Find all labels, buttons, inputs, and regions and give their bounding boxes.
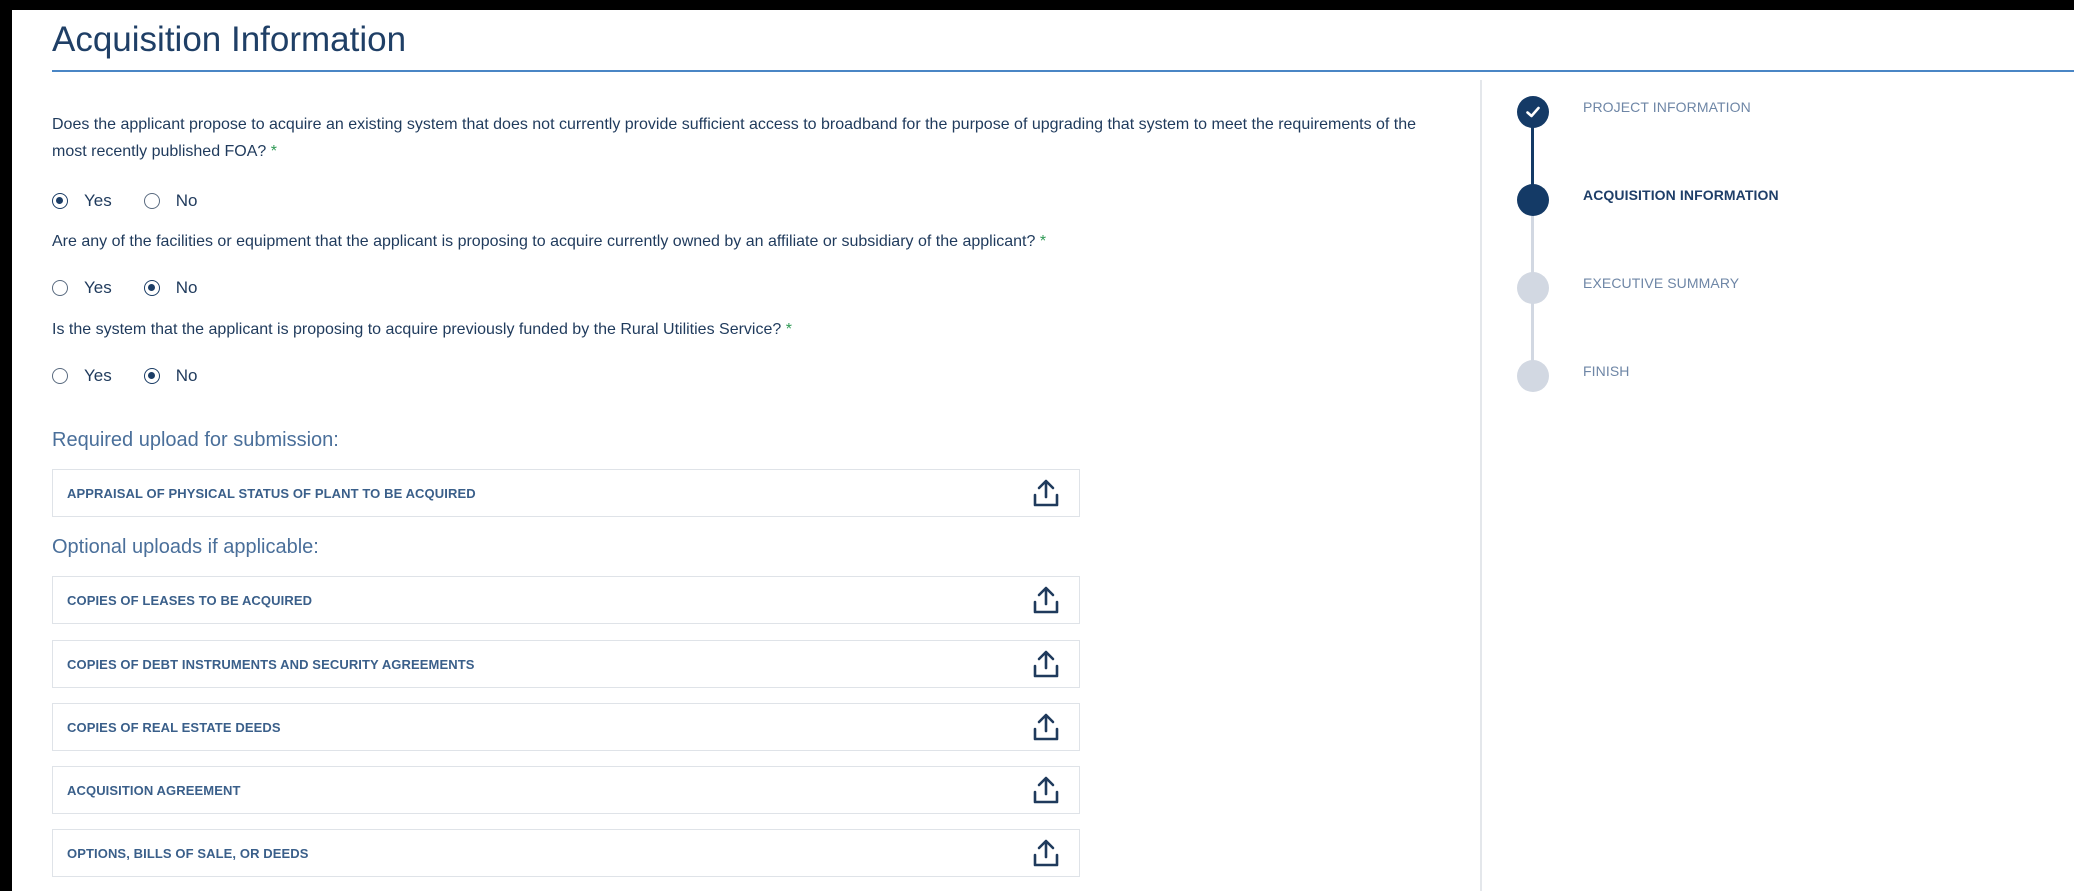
page-title: Acquisition Information	[52, 20, 407, 59]
step-label-executive-summary[interactable]: EXECUTIVE SUMMARY	[1583, 275, 1739, 291]
upload-icon[interactable]	[1031, 837, 1061, 869]
progress-stepper: PROJECT INFORMATION ACQUISITION INFORMAT…	[1512, 10, 2072, 410]
question-1-options: Yes No	[52, 191, 229, 211]
question-2-label: Are any of the facilities or equipment t…	[52, 233, 1036, 250]
check-icon	[1526, 106, 1540, 118]
step-label-acquisition-information[interactable]: ACQUISITION INFORMATION	[1583, 187, 1779, 203]
required-uploads-heading: Required upload for submission:	[52, 429, 339, 451]
required-star-icon: *	[270, 143, 278, 160]
upload-debt-instruments[interactable]: COPIES OF DEBT INSTRUMENTS AND SECURITY …	[52, 640, 1080, 688]
step-label-project-information[interactable]: PROJECT INFORMATION	[1583, 99, 1751, 115]
upload-icon[interactable]	[1031, 774, 1061, 806]
upload-icon[interactable]	[1031, 584, 1061, 616]
question-1-label: Does the applicant propose to acquire an…	[52, 116, 1417, 160]
question-3-text: Is the system that the applicant is prop…	[52, 316, 1452, 343]
step-dot-project-information[interactable]	[1517, 96, 1549, 128]
question-3-options: Yes No	[52, 366, 229, 386]
step-dot-executive-summary[interactable]	[1517, 272, 1549, 304]
upload-acquisition-agreement[interactable]: ACQUISITION AGREEMENT	[52, 766, 1080, 814]
question-3-label: Is the system that the applicant is prop…	[52, 321, 782, 338]
radio-no[interactable]	[143, 280, 160, 296]
radio-yes[interactable]	[52, 193, 68, 209]
upload-real-estate-deeds[interactable]: COPIES OF REAL ESTATE DEEDS	[52, 703, 1080, 751]
option-label: No	[175, 278, 198, 297]
upload-label: ACQUISITION AGREEMENT	[67, 782, 241, 798]
radio-yes[interactable]	[52, 368, 68, 384]
question-1-no-option[interactable]: No	[143, 191, 198, 211]
upload-icon[interactable]	[1031, 648, 1061, 680]
upload-label: COPIES OF LEASES TO BE ACQUIRED	[67, 592, 313, 608]
radio-no[interactable]	[143, 368, 160, 384]
step-dot-acquisition-information[interactable]	[1517, 184, 1549, 216]
upload-label: OPTIONS, BILLS OF SALE, OR DEEDS	[67, 845, 309, 861]
option-label: Yes	[84, 366, 112, 385]
radio-no[interactable]	[143, 193, 160, 209]
required-star-icon: *	[1039, 233, 1047, 250]
upload-label: COPIES OF REAL ESTATE DEEDS	[67, 719, 281, 735]
question-3-no-option[interactable]: No	[143, 366, 198, 386]
upload-label: APPRAISAL OF PHYSICAL STATUS OF PLANT TO…	[67, 485, 476, 501]
option-label: No	[175, 191, 198, 210]
radio-yes[interactable]	[52, 280, 68, 296]
page-frame: Acquisition Information Does the applica…	[12, 10, 2074, 891]
upload-icon[interactable]	[1031, 477, 1061, 509]
question-2-yes-option[interactable]: Yes	[52, 278, 112, 298]
required-star-icon: *	[785, 321, 792, 338]
question-1-text: Does the applicant propose to acquire an…	[52, 111, 1452, 165]
question-1-yes-option[interactable]: Yes	[52, 191, 112, 211]
step-label-finish[interactable]: FINISH	[1583, 363, 1630, 379]
option-label: Yes	[84, 191, 112, 210]
column-divider	[1480, 80, 1482, 891]
upload-label: COPIES OF DEBT INSTRUMENTS AND SECURITY …	[67, 656, 475, 672]
optional-uploads-heading: Optional uploads if applicable:	[52, 536, 319, 558]
upload-appraisal[interactable]: APPRAISAL OF PHYSICAL STATUS OF PLANT TO…	[52, 469, 1080, 517]
question-2-options: Yes No	[52, 278, 229, 298]
question-3-yes-option[interactable]: Yes	[52, 366, 112, 386]
option-label: Yes	[84, 278, 112, 297]
upload-icon[interactable]	[1031, 711, 1061, 743]
question-2-no-option[interactable]: No	[143, 278, 198, 298]
question-2-text: Are any of the facilities or equipment t…	[52, 228, 1452, 255]
upload-leases[interactable]: COPIES OF LEASES TO BE ACQUIRED	[52, 576, 1080, 624]
step-dot-finish[interactable]	[1517, 360, 1549, 392]
option-label: No	[175, 366, 198, 385]
upload-options-bills-deeds[interactable]: OPTIONS, BILLS OF SALE, OR DEEDS	[52, 829, 1080, 877]
